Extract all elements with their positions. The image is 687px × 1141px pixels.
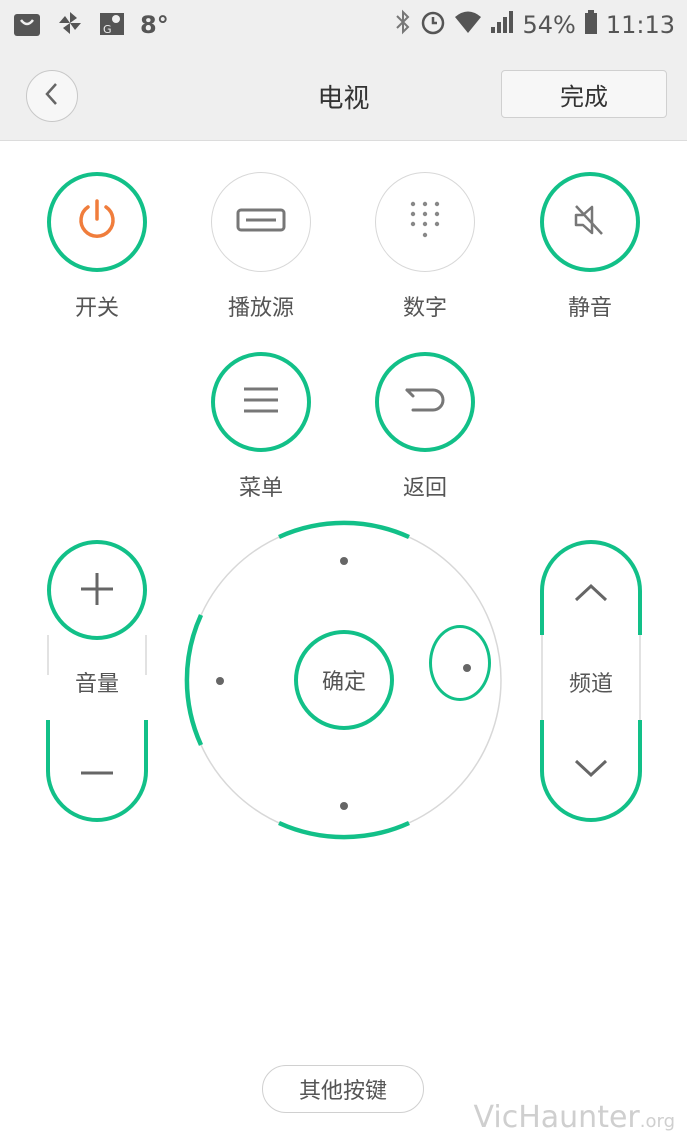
battery-percent: 54%: [522, 11, 576, 39]
minus-icon: [79, 761, 115, 780]
done-button[interactable]: 完成: [501, 70, 667, 118]
mute-label: 静音: [567, 296, 612, 321]
menu-icon: [241, 384, 281, 420]
map-icon: G: [98, 9, 126, 41]
dot-icon: [339, 551, 349, 570]
alarm-icon: [420, 8, 446, 42]
title-bar: 电视 完成: [0, 50, 687, 141]
dpad-right[interactable]: [429, 625, 491, 701]
bluetooth-icon: [394, 8, 412, 42]
power-label: 开关: [74, 296, 119, 321]
source-label: 播放源: [227, 296, 294, 321]
dot-icon: [339, 796, 349, 815]
keypad-icon: [405, 198, 445, 246]
wifi-icon: [454, 9, 482, 41]
power-icon: [74, 197, 120, 247]
return-icon: [403, 384, 447, 420]
watermark-text: VicHaunter: [473, 1100, 640, 1135]
dpad-up[interactable]: [314, 530, 374, 590]
mute-icon: [570, 200, 610, 244]
shopping-bag-icon: [12, 8, 42, 42]
input-source-icon: [235, 207, 287, 237]
volume-control: 音量: [46, 540, 148, 822]
pinwheel-icon: [56, 9, 84, 41]
volume-label: 音量: [74, 672, 119, 697]
watermark: VicHaunter.org: [474, 1100, 675, 1135]
signal-icon: [490, 9, 514, 41]
chevron-up-icon: [573, 583, 609, 607]
dot-icon: [462, 658, 472, 677]
ok-button[interactable]: 确定: [294, 630, 394, 730]
channel-label: 频道: [568, 672, 613, 697]
power-button[interactable]: [47, 172, 147, 272]
mute-button[interactable]: [540, 172, 640, 272]
dot-icon: [215, 671, 225, 690]
temperature-text: 8°: [140, 11, 169, 39]
svg-text:G: G: [103, 23, 112, 36]
status-bar: G 8° 54% 11:13: [0, 0, 687, 50]
dpad-down[interactable]: [314, 775, 374, 835]
menu-label: 菜单: [238, 476, 283, 501]
clock-time: 11:13: [605, 11, 675, 39]
watermark-suffix: .org: [639, 1111, 675, 1132]
menu-button[interactable]: [211, 352, 311, 452]
chevron-down-icon: [573, 758, 609, 782]
plus-icon: [79, 571, 115, 611]
volume-up-button[interactable]: [47, 541, 147, 641]
volume-down-button[interactable]: [47, 720, 147, 820]
dpad-left[interactable]: [190, 650, 250, 710]
number-button[interactable]: [375, 172, 475, 272]
channel-control: 频道: [540, 540, 642, 822]
number-label: 数字: [402, 296, 447, 321]
source-button[interactable]: [211, 172, 311, 272]
other-keys-button[interactable]: 其他按键: [262, 1065, 424, 1113]
return-button[interactable]: [375, 352, 475, 452]
channel-down-button[interactable]: [541, 725, 641, 815]
return-label: 返回: [402, 476, 447, 501]
battery-icon: [584, 9, 598, 41]
channel-up-button[interactable]: [541, 550, 641, 640]
